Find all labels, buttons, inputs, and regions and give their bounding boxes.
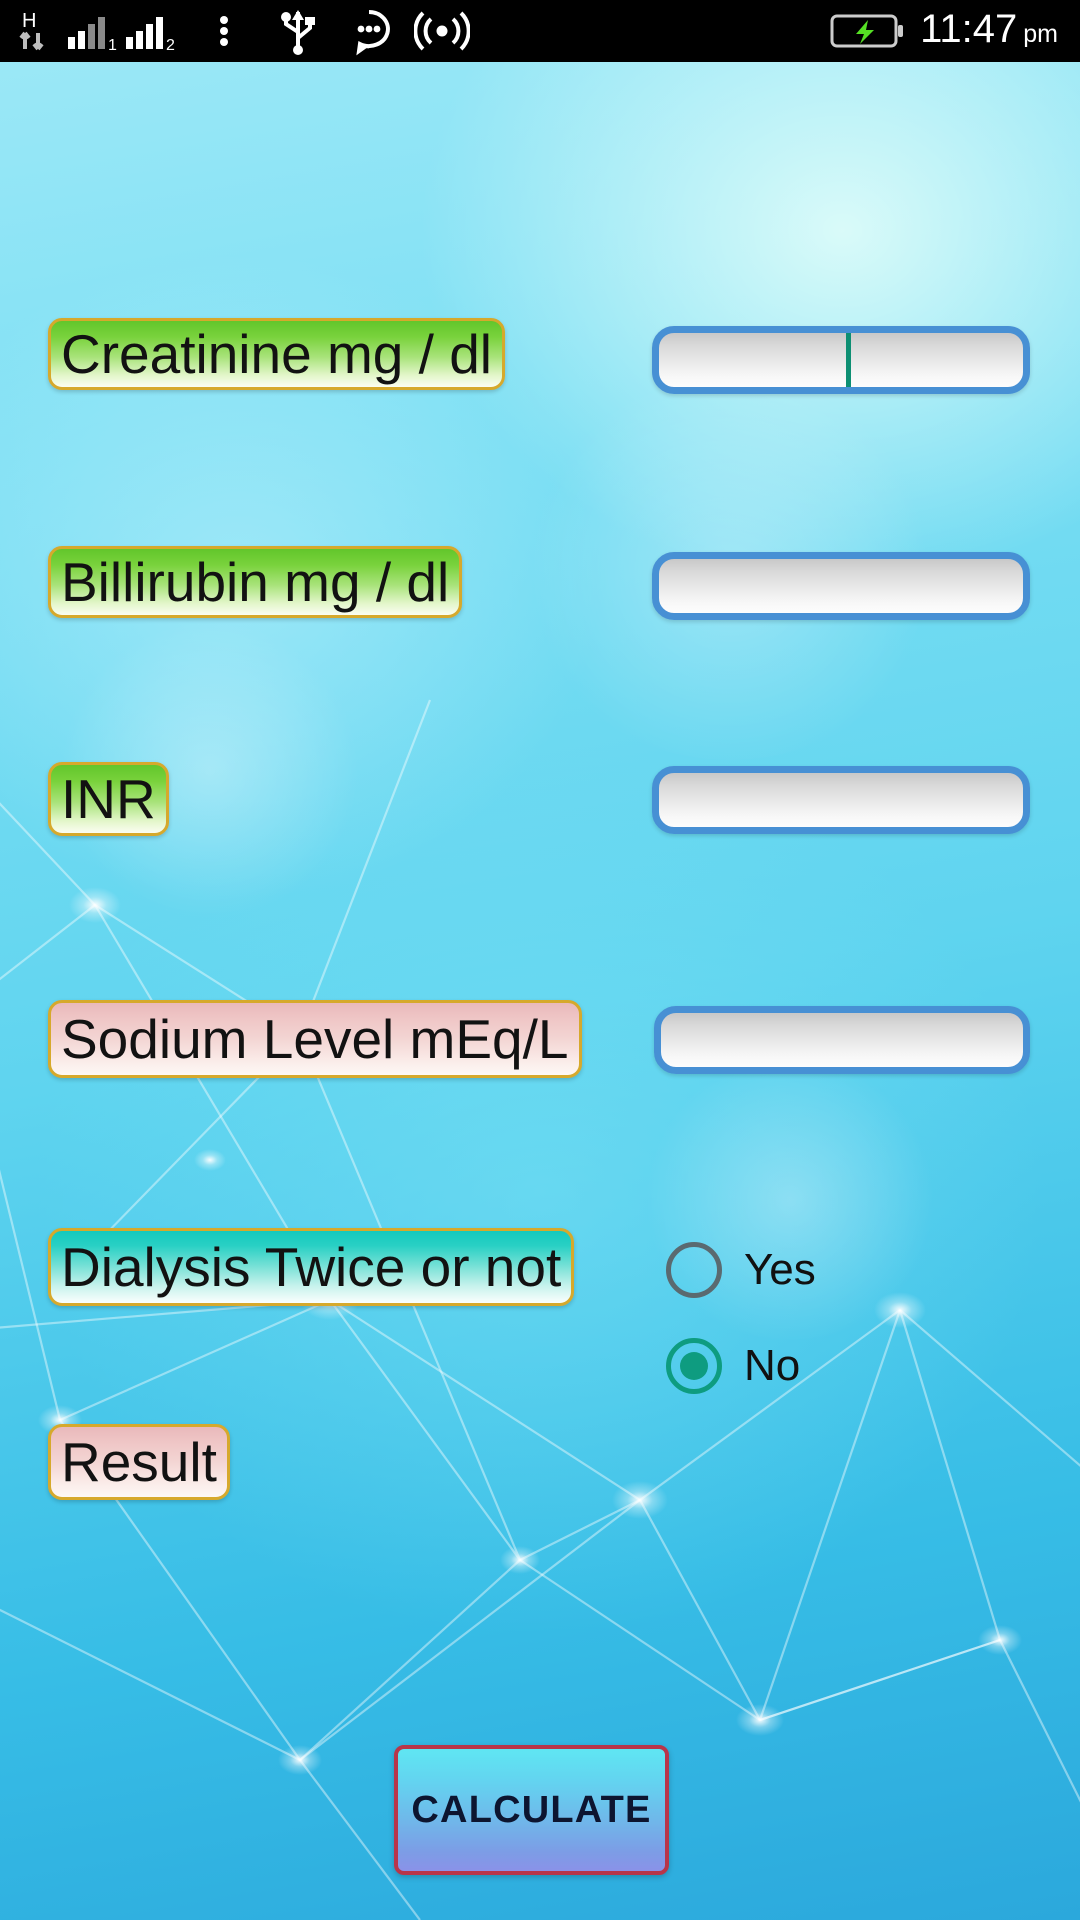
input-billirubin-value — [659, 559, 1023, 579]
radio-yes-label: Yes — [744, 1245, 816, 1294]
calculate-button[interactable]: CALCULATE — [394, 1745, 669, 1875]
label-inr-text: INR — [61, 767, 156, 830]
signal-bars-sim2-icon: 2 — [126, 17, 175, 54]
label-inr: INR — [48, 762, 169, 836]
field-row-dialysis: Dialysis Twice or not — [48, 1228, 575, 1306]
input-creatinine-value — [659, 333, 1023, 353]
label-result: Result — [48, 1424, 230, 1500]
input-inr[interactable] — [652, 766, 1030, 834]
wireless-broadcast-icon — [414, 11, 470, 51]
radio-no-dot[interactable] — [666, 1338, 722, 1394]
input-sodium[interactable] — [654, 1006, 1030, 1074]
input-inr-value — [659, 773, 1023, 793]
field-row-creatinine: Creatinine mg / dl — [48, 318, 506, 390]
usb-icon — [281, 10, 315, 55]
svg-text:2: 2 — [166, 37, 175, 54]
clock-time: 11:47 — [920, 6, 1018, 51]
label-billirubin: Billirubin mg / dl — [48, 546, 463, 618]
radio-no-label: No — [744, 1341, 801, 1390]
field-row-billirubin: Billirubin mg / dl — [48, 546, 463, 618]
overflow-menu-icon[interactable] — [204, 7, 244, 55]
data-transfer-arrows-icon: H — [19, 10, 44, 51]
radio-option-yes[interactable]: Yes — [666, 1242, 816, 1298]
field-row-sodium: Sodium Level mEq/L — [48, 1000, 582, 1078]
field-row-inr: INR — [48, 762, 169, 836]
text-caret — [846, 333, 851, 387]
label-creatinine: Creatinine mg / dl — [48, 318, 506, 390]
status-bar-clock: 11:47 pm — [920, 9, 1058, 54]
input-creatinine[interactable] — [652, 326, 1030, 394]
status-bar: H 1 2 11:47 pm — [0, 0, 1080, 62]
input-sodium-value — [661, 1013, 1023, 1033]
label-dialysis-text: Dialysis Twice or not — [61, 1235, 562, 1298]
label-result-text: Result — [61, 1430, 217, 1493]
input-billirubin[interactable] — [652, 552, 1030, 620]
radio-yes-dot[interactable] — [666, 1242, 722, 1298]
label-billirubin-text: Billirubin mg / dl — [61, 550, 450, 613]
status-bar-right: 11:47 pm — [830, 0, 1080, 62]
clock-ampm: pm — [1023, 19, 1058, 48]
app-screen: H 1 2 11:47 pm Creatinine mg / dl Billir… — [0, 0, 1080, 1920]
message-bubble-icon — [356, 10, 390, 56]
signal-bars-sim1-icon: 1 — [68, 17, 117, 54]
label-creatinine-text: Creatinine mg / dl — [61, 322, 493, 385]
label-dialysis: Dialysis Twice or not — [48, 1228, 575, 1306]
label-sodium: Sodium Level mEq/L — [48, 1000, 582, 1078]
svg-text:1: 1 — [108, 37, 117, 54]
calculate-button-label: CALCULATE — [411, 1788, 652, 1831]
form-content: Creatinine mg / dl Billirubin mg / dl IN… — [0, 0, 1080, 1920]
radio-option-no[interactable]: No — [666, 1338, 800, 1394]
field-row-result: Result — [48, 1424, 230, 1500]
status-bar-left-icons: H 1 2 — [0, 0, 470, 62]
battery-charging-icon — [830, 14, 904, 48]
svg-text:H: H — [22, 10, 36, 32]
label-sodium-text: Sodium Level mEq/L — [61, 1007, 569, 1070]
